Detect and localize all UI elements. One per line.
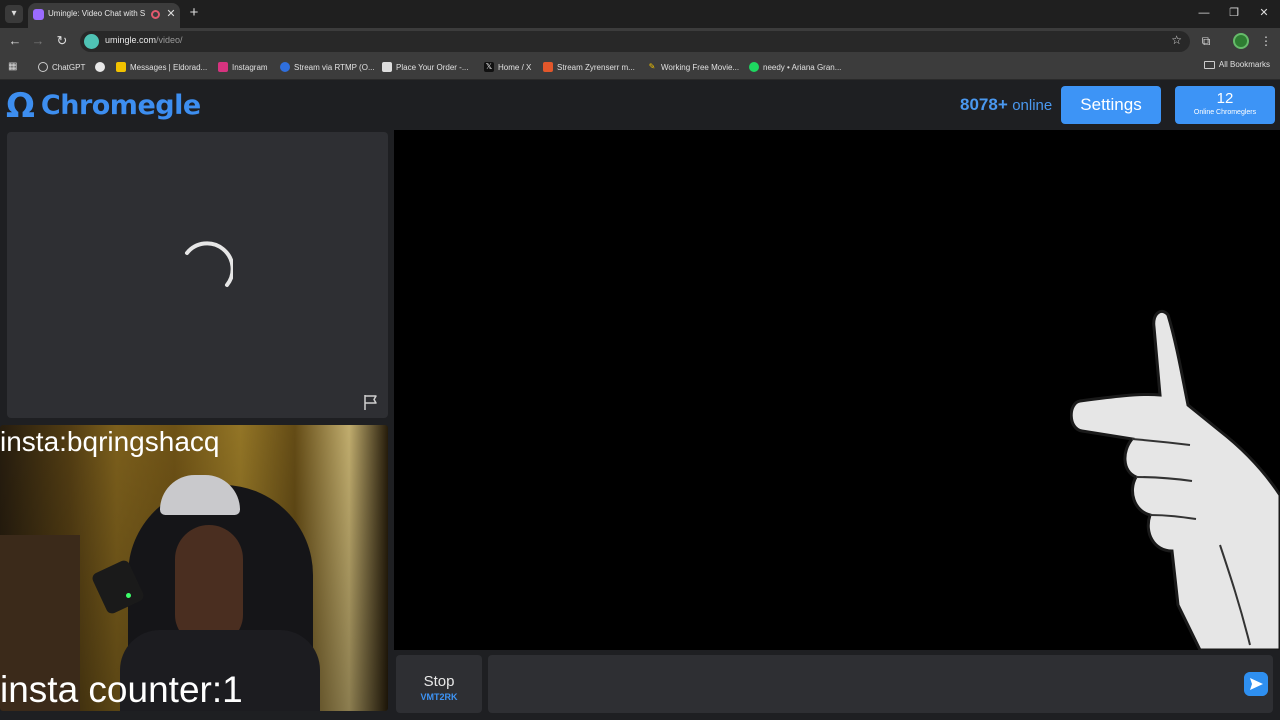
chromegle-logo[interactable]: Ω Chromegle bbox=[6, 86, 201, 126]
chat-message-input[interactable] bbox=[488, 655, 1273, 713]
logo-text: Chromegle bbox=[40, 90, 201, 121]
chromeglers-count: 12 bbox=[1216, 90, 1234, 107]
tab-close-icon[interactable]: ✕ bbox=[165, 7, 177, 21]
url-host: umingle.com bbox=[105, 35, 157, 45]
tab-strip: ▾ Umingle: Video Chat with S ✕ + — ❐ ✕ bbox=[0, 0, 1280, 28]
bookmarks-bar: ▦ ChatGPT Messages | Eldorad... Instagra… bbox=[0, 55, 1280, 80]
stop-button[interactable]: Stop VMT2RK bbox=[396, 655, 482, 713]
bookmark-label: Messages | Eldorad... bbox=[130, 62, 208, 72]
extensions-icon[interactable]: ⧉ bbox=[1197, 32, 1215, 50]
bookmark-instagram[interactable]: Instagram bbox=[218, 60, 268, 74]
bookmark-label: Instagram bbox=[232, 62, 268, 72]
url-text: umingle.com/video/ bbox=[105, 35, 183, 45]
site-info-icon[interactable] bbox=[84, 34, 99, 49]
bookmark-label: Place Your Order -... bbox=[396, 62, 469, 72]
browser-toolbar: ← → ↻ umingle.com/video/ ☆ ⧉ ⋮ bbox=[0, 28, 1280, 55]
profile-avatar[interactable] bbox=[1233, 33, 1249, 49]
report-flag-icon[interactable] bbox=[362, 393, 380, 411]
url-path: /video/ bbox=[156, 35, 183, 45]
minimize-button[interactable]: — bbox=[1194, 4, 1214, 22]
instagram-icon bbox=[218, 62, 228, 72]
stranger-video bbox=[394, 130, 1280, 650]
chromeglers-label: Online Chromeglers bbox=[1193, 109, 1257, 116]
chat-controls: Stop VMT2RK bbox=[394, 653, 1280, 715]
loading-spinner-icon bbox=[185, 241, 233, 287]
chatgpt-icon bbox=[38, 62, 48, 72]
menu-icon[interactable]: ⋮ bbox=[1257, 32, 1275, 50]
folder-icon bbox=[1203, 60, 1215, 69]
bookmark-messages[interactable]: Messages | Eldorad... bbox=[116, 60, 207, 74]
close-window-button[interactable]: ✕ bbox=[1254, 4, 1274, 22]
online-counter: 8078+ online bbox=[960, 95, 1052, 115]
person-face bbox=[175, 525, 243, 645]
bookmark-globe[interactable] bbox=[95, 60, 105, 74]
eldorado-icon bbox=[116, 62, 126, 72]
all-bookmarks-label: All Bookmarks bbox=[1218, 60, 1270, 69]
apps-grid-icon[interactable]: ▦ bbox=[8, 61, 20, 73]
bookmark-movies[interactable]: ✎ Working Free Movie... bbox=[647, 60, 739, 74]
omega-icon: Ω bbox=[6, 86, 35, 126]
stranger-loading-panel bbox=[7, 132, 388, 418]
insta-counter-overlay: insta counter:1 bbox=[0, 669, 243, 710]
bookmark-label: Home / X bbox=[498, 62, 532, 72]
tab-search-button[interactable]: ▾ bbox=[5, 5, 23, 23]
online-chromeglers-button[interactable]: 12 Online Chromeglers bbox=[1175, 86, 1275, 124]
all-bookmarks-button[interactable]: All Bookmarks bbox=[1203, 60, 1270, 69]
instagram-overlay: insta:bqringshacq bbox=[0, 426, 220, 457]
bookmark-stream[interactable]: Stream Zyrenserr m... bbox=[543, 60, 635, 74]
restore-button[interactable]: ❐ bbox=[1224, 4, 1244, 22]
send-icon[interactable] bbox=[1244, 672, 1268, 696]
stop-hint: VMT2RK bbox=[420, 692, 458, 702]
bookmark-label: needy • Ariana Gran... bbox=[763, 62, 842, 72]
online-label: online bbox=[1012, 97, 1053, 114]
microphone-led bbox=[126, 593, 131, 598]
bookmark-label: Stream Zyrenserr m... bbox=[557, 62, 635, 72]
bookmark-chatgpt[interactable]: ChatGPT bbox=[38, 60, 85, 74]
bookmark-label: Working Free Movie... bbox=[661, 62, 740, 72]
back-button[interactable]: ← bbox=[6, 32, 24, 50]
chromegle-page: Ω Chromegle 8078+ online Settings 12 Onl… bbox=[0, 81, 1280, 720]
spotify-icon bbox=[749, 62, 759, 72]
movie-icon: ✎ bbox=[647, 62, 657, 72]
settings-button[interactable]: Settings bbox=[1061, 86, 1161, 124]
x-icon: 𝕏 bbox=[484, 62, 494, 72]
self-webcam-video: insta:bqringshacq insta counter:1 bbox=[0, 425, 388, 711]
bookmark-x[interactable]: 𝕏 Home / X bbox=[484, 60, 531, 74]
recording-indicator-icon bbox=[151, 10, 160, 19]
bookmark-order[interactable]: Place Your Order -... bbox=[382, 60, 468, 74]
stream-icon bbox=[543, 62, 553, 72]
reload-button[interactable]: ↻ bbox=[53, 32, 71, 50]
tab-favicon-icon bbox=[33, 9, 44, 20]
new-tab-button[interactable]: + bbox=[186, 4, 202, 22]
globe-icon bbox=[95, 62, 105, 72]
online-count: 8078+ bbox=[960, 95, 1008, 114]
order-icon bbox=[382, 62, 392, 72]
bookmark-spotify[interactable]: needy • Ariana Gran... bbox=[749, 60, 841, 74]
forward-button[interactable]: → bbox=[29, 32, 47, 50]
pointing-hand-image bbox=[1070, 310, 1280, 650]
bookmark-label: Stream via RTMP (O... bbox=[294, 62, 375, 72]
bookmark-rtmp[interactable]: Stream via RTMP (O... bbox=[280, 60, 375, 74]
tab-title: Umingle: Video Chat with S bbox=[48, 9, 146, 18]
stop-label: Stop bbox=[423, 673, 455, 690]
bookmark-star-icon[interactable]: ☆ bbox=[1171, 33, 1182, 47]
bookmark-label: ChatGPT bbox=[52, 62, 86, 72]
active-tab[interactable]: Umingle: Video Chat with S ✕ bbox=[28, 3, 180, 28]
restream-icon bbox=[280, 62, 290, 72]
address-bar[interactable]: umingle.com/video/ ☆ bbox=[80, 31, 1190, 52]
